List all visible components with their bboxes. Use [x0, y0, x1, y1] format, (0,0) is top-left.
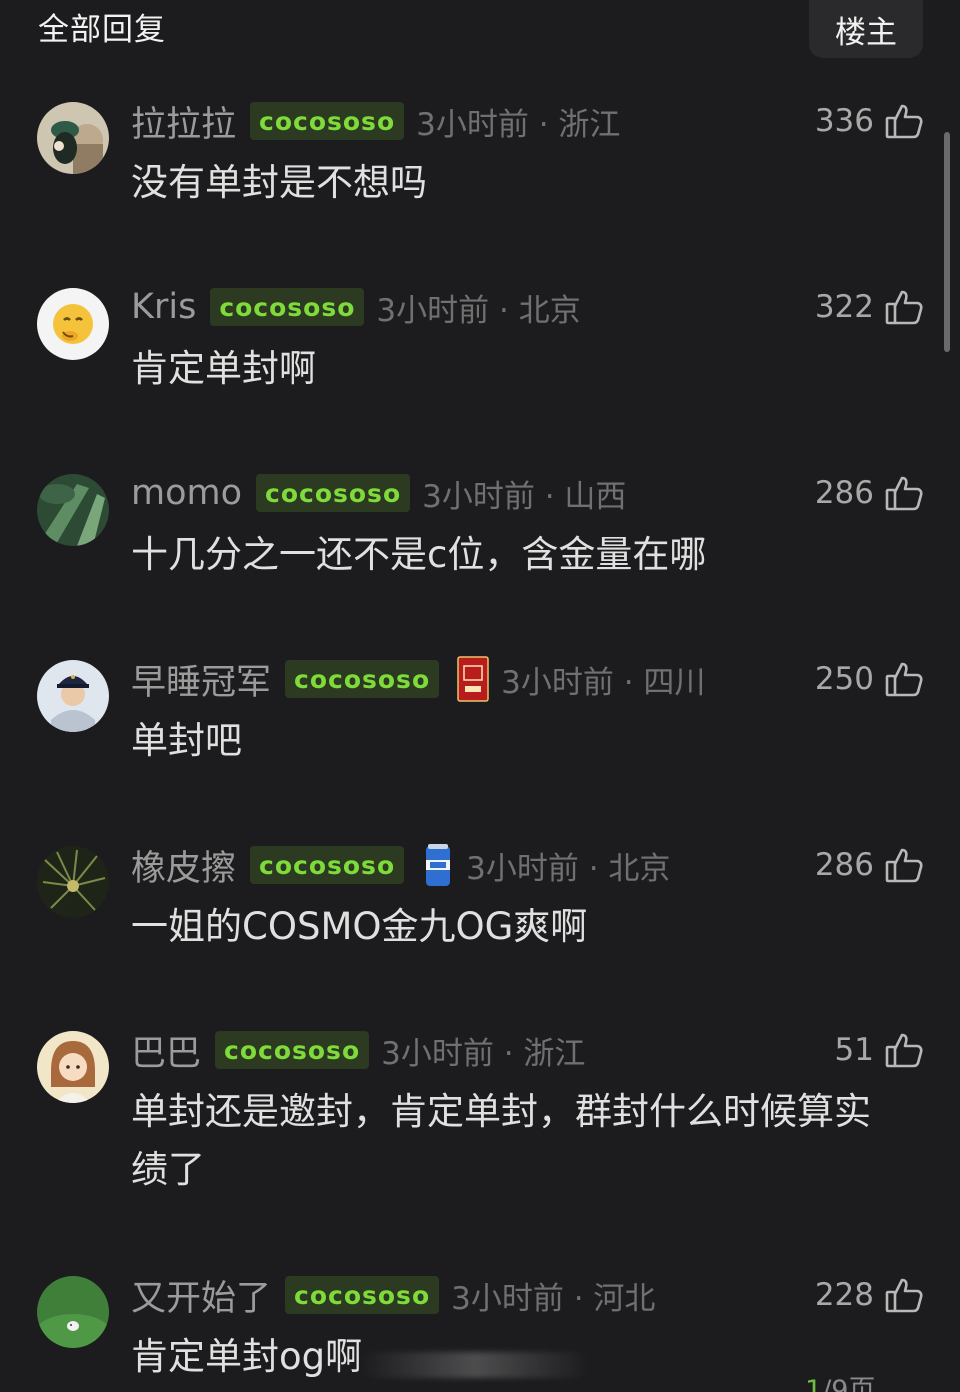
page-total-label: /9页 — [822, 1375, 876, 1392]
avatar[interactable] — [37, 846, 109, 918]
like-count: 51 — [834, 1032, 874, 1068]
user-badge: cocososo — [285, 660, 440, 698]
like-button[interactable]: 336 — [815, 98, 924, 144]
username[interactable]: Kris — [131, 287, 196, 327]
comment-meta: 巴巴 cocososo 3小时前 · 浙江 — [131, 1025, 586, 1076]
comment-text: 十几分之一还不是c位，含金量在哪 — [131, 533, 707, 576]
comment-meta: 拉拉拉 cocososo 3小时前 · 浙江 — [131, 96, 621, 147]
thumbs-up-icon — [885, 476, 923, 511]
current-page: 1 — [805, 1375, 823, 1392]
avatar[interactable] — [37, 1276, 109, 1348]
thumbs-up-icon — [885, 290, 923, 325]
like-button[interactable]: 51 — [835, 1027, 924, 1073]
timestamp-location: 3小时前 · 山西 — [422, 478, 627, 515]
blue-can-medal-icon — [422, 842, 454, 888]
timestamp-location: 3小时前 · 北京 — [466, 850, 671, 887]
timestamp-location: 3小时前 · 四川 — [501, 664, 706, 701]
thumbs-up-icon — [885, 1278, 923, 1313]
username[interactable]: momo — [131, 473, 242, 513]
username[interactable]: 拉拉拉 — [131, 96, 236, 147]
like-button[interactable]: 228 — [815, 1272, 924, 1318]
avatar[interactable] — [37, 474, 109, 546]
username[interactable]: 巴巴 — [131, 1025, 201, 1076]
timestamp-location: 3小时前 · 北京 — [376, 292, 581, 329]
timestamp-location: 3小时前 · 浙江 — [381, 1035, 586, 1072]
header: 全部回复 楼主 — [0, 0, 960, 58]
comments-page: 全部回复 楼主 拉拉拉 cocososo 3小时前 · 浙江 336 没有单封是… — [0, 0, 960, 1392]
comment-text: 单封吧 — [131, 719, 242, 762]
like-count: 286 — [814, 475, 874, 511]
avatar[interactable] — [37, 660, 109, 732]
like-button[interactable]: 286 — [815, 842, 924, 888]
red-card-medal-icon — [457, 656, 489, 702]
comment-text: 单封还是邀封，肯定单封，群封什么时候算实绩了 — [131, 1090, 871, 1191]
like-count: 286 — [814, 847, 874, 883]
username[interactable]: 橡皮擦 — [131, 840, 236, 891]
thumbs-up-icon — [885, 1033, 923, 1068]
comment-meta: momo cocososo 3小时前 · 山西 — [131, 470, 626, 516]
comment-meta: 橡皮擦 cocososo 3小时前 · 北京 — [131, 840, 671, 891]
user-badge: cocososo — [285, 1276, 440, 1314]
like-button[interactable]: 286 — [815, 470, 924, 516]
comment-meta: 早睡冠军 cocososo 3小时前 · 四川 — [131, 654, 706, 705]
like-count: 250 — [814, 661, 874, 697]
comment-text: 肯定单封啊 — [131, 347, 316, 390]
user-badge: cocososo — [250, 846, 405, 884]
like-count: 336 — [814, 103, 874, 139]
comment-meta: Kris cocososo 3小时前 · 北京 — [131, 284, 581, 330]
comment-text: 没有单封是不想吗 — [131, 161, 427, 204]
comment-meta: 又开始了 cocososo 3小时前 · 河北 — [131, 1270, 656, 1321]
all-replies-title: 全部回复 — [38, 12, 166, 48]
like-button[interactable]: 250 — [815, 656, 924, 702]
timestamp-location: 3小时前 · 河北 — [451, 1280, 656, 1317]
like-count: 228 — [814, 1277, 874, 1313]
thumbs-up-icon — [885, 848, 923, 883]
comment-text: 一姐的COSMO金九OG爽啊 — [131, 905, 588, 948]
user-badge: cocososo — [256, 474, 411, 512]
user-badge: cocososo — [210, 288, 365, 326]
like-count: 322 — [814, 289, 874, 325]
like-button[interactable]: 322 — [815, 284, 924, 330]
timestamp-location: 3小时前 · 浙江 — [416, 106, 621, 143]
op-only-tab[interactable]: 楼主 — [809, 0, 923, 58]
blurred-overlay — [360, 1352, 590, 1378]
username[interactable]: 早睡冠军 — [131, 654, 271, 705]
user-badge: cocososo — [250, 102, 405, 140]
avatar[interactable] — [37, 102, 109, 174]
thumbs-up-icon — [885, 662, 923, 697]
avatar[interactable] — [37, 288, 109, 360]
avatar[interactable] — [37, 1031, 109, 1103]
page-indicator[interactable]: 1/9页 — [805, 1368, 875, 1392]
user-badge: cocososo — [215, 1031, 370, 1069]
thumbs-up-icon — [885, 104, 923, 139]
scrollbar[interactable] — [944, 132, 950, 352]
username[interactable]: 又开始了 — [131, 1270, 271, 1321]
